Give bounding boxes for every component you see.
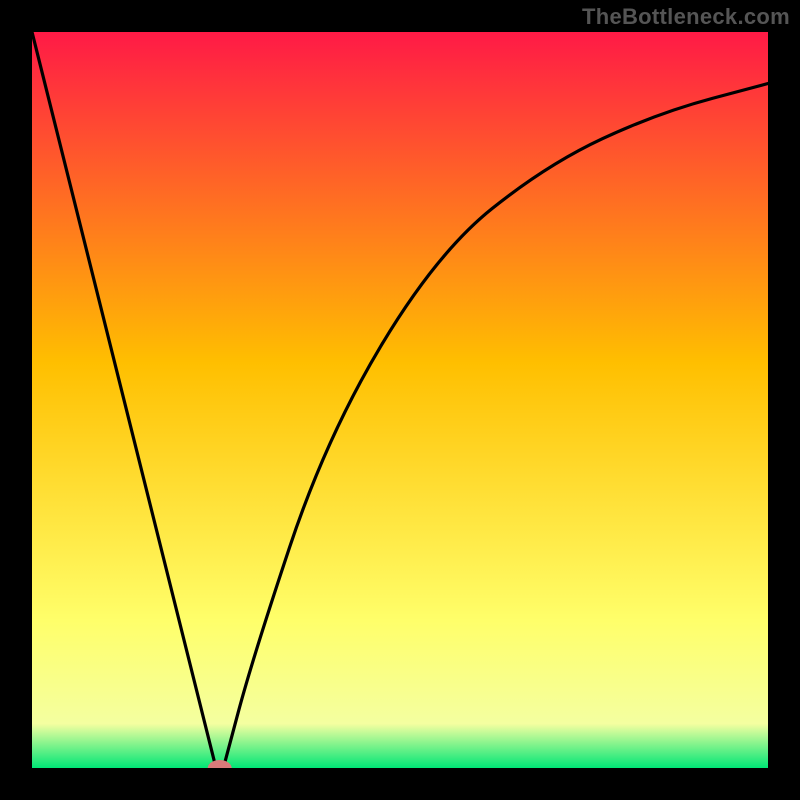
bottleneck-chart bbox=[32, 32, 768, 768]
chart-frame: TheBottleneck.com bbox=[0, 0, 800, 800]
gradient-background bbox=[32, 32, 768, 768]
attribution-text: TheBottleneck.com bbox=[582, 4, 790, 30]
